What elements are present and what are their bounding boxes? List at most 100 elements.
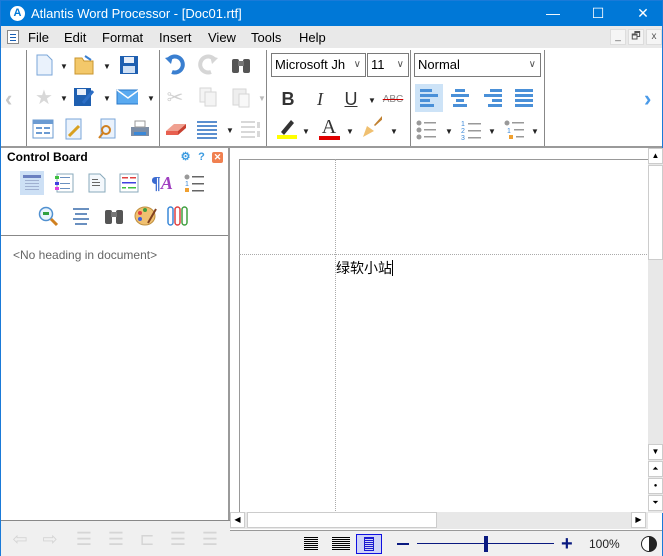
line-spacing-icon[interactable] [240, 118, 262, 140]
numbering-dropdown-icon[interactable]: ▼ [488, 128, 496, 136]
highlight-dropdown-icon[interactable]: ▼ [302, 128, 310, 136]
menu-format[interactable]: Format [102, 30, 143, 45]
email-icon[interactable] [116, 86, 138, 108]
minimize-button[interactable]: — [530, 1, 576, 26]
copy-icon[interactable] [197, 86, 219, 108]
view-page-layout-button[interactable] [356, 534, 382, 554]
delete-heading-icon[interactable]: ☰ [73, 529, 95, 549]
paste-icon[interactable] [230, 86, 252, 108]
bullets-dropdown-icon[interactable]: ▼ [445, 128, 453, 136]
open-dropdown-icon[interactable]: ▼ [103, 63, 111, 71]
italic-button[interactable]: I [309, 88, 331, 110]
menu-insert[interactable]: Insert [159, 30, 192, 45]
view-normal-button[interactable] [328, 534, 354, 554]
text-lines-icon[interactable] [69, 204, 93, 228]
align-right-button[interactable] [482, 87, 504, 109]
justify-lines-icon[interactable] [196, 118, 218, 140]
scroll-down-button[interactable]: ▼ [648, 444, 663, 460]
style-combo[interactable]: Normal ∨ [414, 53, 541, 77]
menu-file[interactable]: File [28, 30, 49, 45]
numbering-icon[interactable]: 123 [460, 119, 482, 141]
undo-icon[interactable] [164, 54, 186, 76]
scroll-up-button[interactable]: ▲ [648, 148, 663, 164]
find-binoculars-icon[interactable] [230, 54, 252, 76]
format-painter-dropdown-icon[interactable]: ▼ [390, 128, 398, 136]
color-palette-icon[interactable] [134, 204, 158, 228]
email-dropdown-icon[interactable]: ▼ [147, 95, 155, 103]
save-as-icon[interactable] [73, 86, 95, 108]
redo-icon[interactable] [197, 54, 219, 76]
favorites-dropdown-icon[interactable]: ▼ [60, 95, 68, 103]
zoom-slider-thumb[interactable] [483, 536, 488, 552]
next-page-button[interactable]: ⏷ [648, 495, 663, 511]
open-folder-icon[interactable] [73, 54, 95, 76]
bold-button[interactable]: B [277, 88, 299, 110]
delete-all-headings-icon[interactable]: ☰ [105, 529, 127, 549]
save-icon[interactable] [118, 54, 140, 76]
highlight-icon[interactable] [275, 118, 297, 140]
zoom-out-button[interactable] [397, 543, 409, 545]
multilevel-dropdown-icon[interactable]: ▼ [531, 128, 539, 136]
compare-documents-icon[interactable] [117, 171, 141, 195]
back-arrow-icon[interactable]: ⇦ [9, 529, 31, 549]
toolbar-scroll-right-button[interactable]: › [644, 86, 651, 112]
contrast-toggle-icon[interactable] [641, 536, 657, 552]
font-name-combo[interactable]: Microsoft Jh ∨ [271, 53, 366, 77]
menu-help[interactable]: Help [299, 30, 326, 45]
document-menu-icon[interactable] [7, 30, 19, 44]
zoom-in-button[interactable]: + [561, 534, 573, 554]
clips-icon[interactable] [166, 204, 190, 228]
maximize-button[interactable]: ☐ [575, 1, 621, 26]
doc-restore-button[interactable]: 🗗 [628, 29, 644, 45]
document-text[interactable]: 绿软小站 [336, 258, 393, 278]
forward-arrow-icon[interactable]: ⇨ [39, 529, 61, 549]
toolbar-scroll-left-button[interactable]: ‹ [5, 86, 12, 112]
document-editor[interactable]: 绿软小站 [230, 148, 662, 530]
print-icon[interactable] [128, 118, 150, 140]
search-binoculars-icon[interactable] [102, 204, 126, 228]
heading-down-icon[interactable]: ☰ [199, 529, 221, 549]
new-document-icon[interactable] [33, 54, 55, 76]
heading-up-icon[interactable]: ☰ [167, 529, 189, 549]
cut-scissors-icon[interactable]: ✂ [164, 86, 186, 109]
page-layout-icon[interactable] [32, 118, 54, 140]
close-panel-icon[interactable]: ✕ [212, 152, 223, 163]
page-setup-icon[interactable] [63, 118, 85, 140]
navigator-icon[interactable] [20, 171, 44, 195]
horizontal-scrollbar[interactable]: ◀ ▶ [230, 512, 648, 529]
document-properties-icon[interactable] [85, 171, 109, 195]
vertical-scrollbar[interactable]: ▲ ▼ ⏶ ● ⏷ [648, 148, 663, 513]
vertical-scroll-thumb[interactable] [648, 165, 663, 260]
underline-dropdown-icon[interactable]: ▼ [368, 97, 376, 105]
menu-tools[interactable]: Tools [251, 30, 281, 45]
zoom-magnifier-icon[interactable] [36, 204, 60, 228]
align-left-button[interactable] [415, 84, 443, 112]
horizontal-scroll-thumb[interactable] [247, 512, 437, 528]
new-dropdown-icon[interactable]: ▼ [60, 63, 68, 71]
save-as-dropdown-icon[interactable]: ▼ [103, 95, 111, 103]
multilevel-list-icon[interactable]: 1 [503, 119, 525, 141]
close-button[interactable]: ✕ [620, 1, 663, 26]
justify-dropdown-icon[interactable]: ▼ [226, 127, 234, 135]
underline-button[interactable]: U [340, 88, 362, 110]
print-preview-icon[interactable] [96, 118, 118, 140]
settings-gear-icon[interactable]: ⚙ [180, 152, 191, 163]
menu-edit[interactable]: Edit [64, 30, 86, 45]
font-size-combo[interactable]: 11 ∨ [367, 53, 409, 77]
help-icon[interactable]: ? [196, 152, 207, 163]
align-center-button[interactable] [449, 87, 471, 109]
list-styles-icon[interactable]: 1 [182, 171, 206, 195]
doc-close-button[interactable]: x [646, 29, 662, 45]
favorites-star-icon[interactable]: ★ [33, 86, 55, 109]
doc-minimize-button[interactable]: _ [610, 29, 626, 45]
eraser-icon[interactable] [164, 118, 186, 140]
bookmarks-icon[interactable] [52, 171, 76, 195]
justify-button[interactable] [513, 87, 535, 109]
paste-dropdown-icon[interactable]: ▼ [258, 95, 266, 103]
scroll-right-button[interactable]: ▶ [631, 512, 646, 528]
menu-view[interactable]: View [208, 30, 236, 45]
outline-level-icon[interactable]: ⊏ [136, 529, 158, 549]
styles-icon[interactable]: ¶ A [150, 171, 174, 195]
previous-page-button[interactable]: ⏶ [648, 461, 663, 477]
scroll-left-button[interactable]: ◀ [230, 512, 245, 528]
